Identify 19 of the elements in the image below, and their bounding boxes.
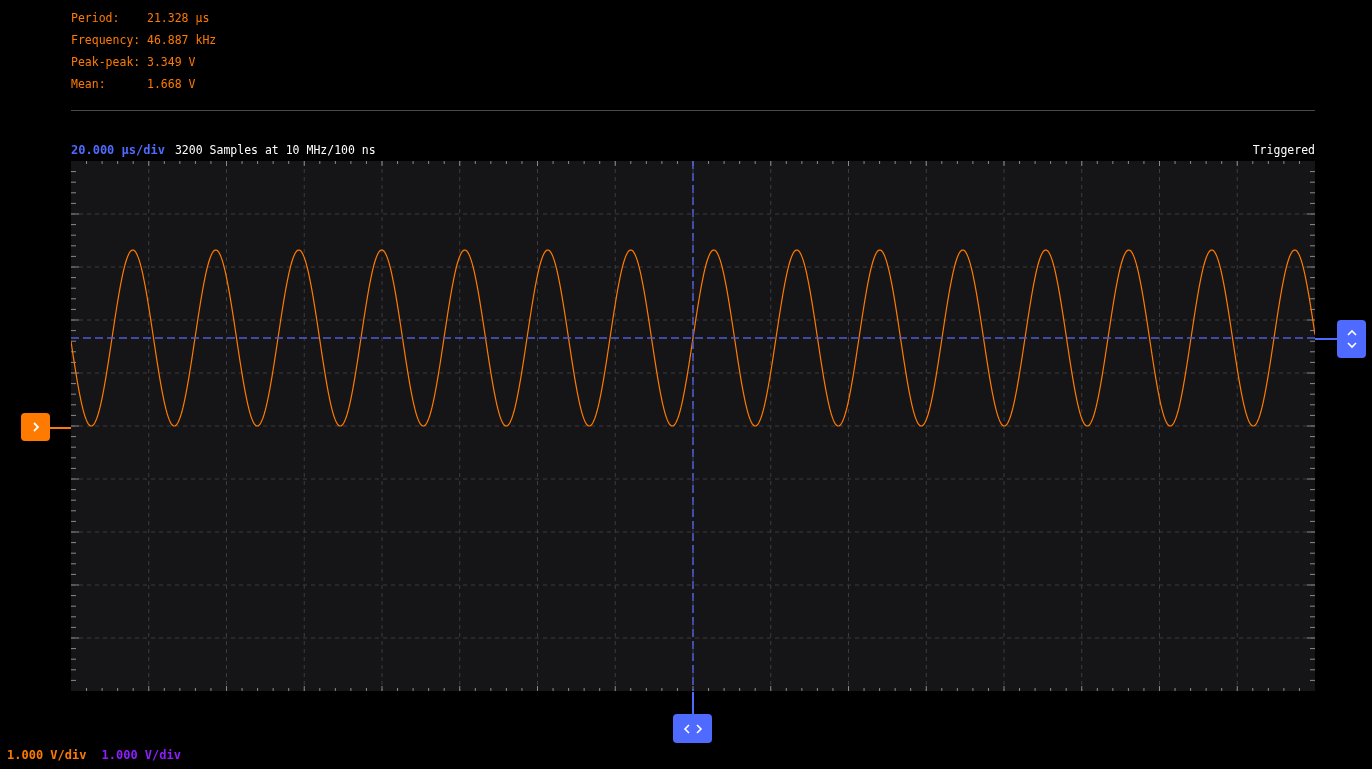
left-right-chevrons-icon — [682, 722, 703, 735]
measurement-label: Frequency: — [71, 33, 142, 48]
timebase-label: 20.000 µs/div — [71, 142, 165, 157]
measurement-label: Period: — [71, 11, 121, 26]
channel-offset-handle[interactable] — [21, 413, 50, 441]
sample-info: 3200 Samples at 10 MHz/100 ns — [174, 142, 376, 157]
measurement-value: 21.328 µs — [147, 11, 211, 26]
trigger-level-handle[interactable] — [1337, 320, 1366, 358]
trigger-position-handle[interactable] — [673, 714, 712, 743]
trigger-status: Triggered — [1252, 142, 1315, 157]
up-down-chevrons-icon — [1345, 328, 1358, 350]
measurement-value: 46.887 kHz — [147, 33, 217, 48]
measurement-value: 1.668 V — [147, 77, 197, 92]
measurement-label: Peak-peak: — [71, 55, 142, 70]
chevron-right-icon — [31, 421, 40, 433]
channel-scale: 1.000 V/div — [7, 748, 87, 762]
channel-scale: 1.000 V/div — [101, 748, 181, 762]
measurement-label: Mean: — [71, 77, 107, 92]
measurement-value: 3.349 V — [147, 55, 197, 70]
